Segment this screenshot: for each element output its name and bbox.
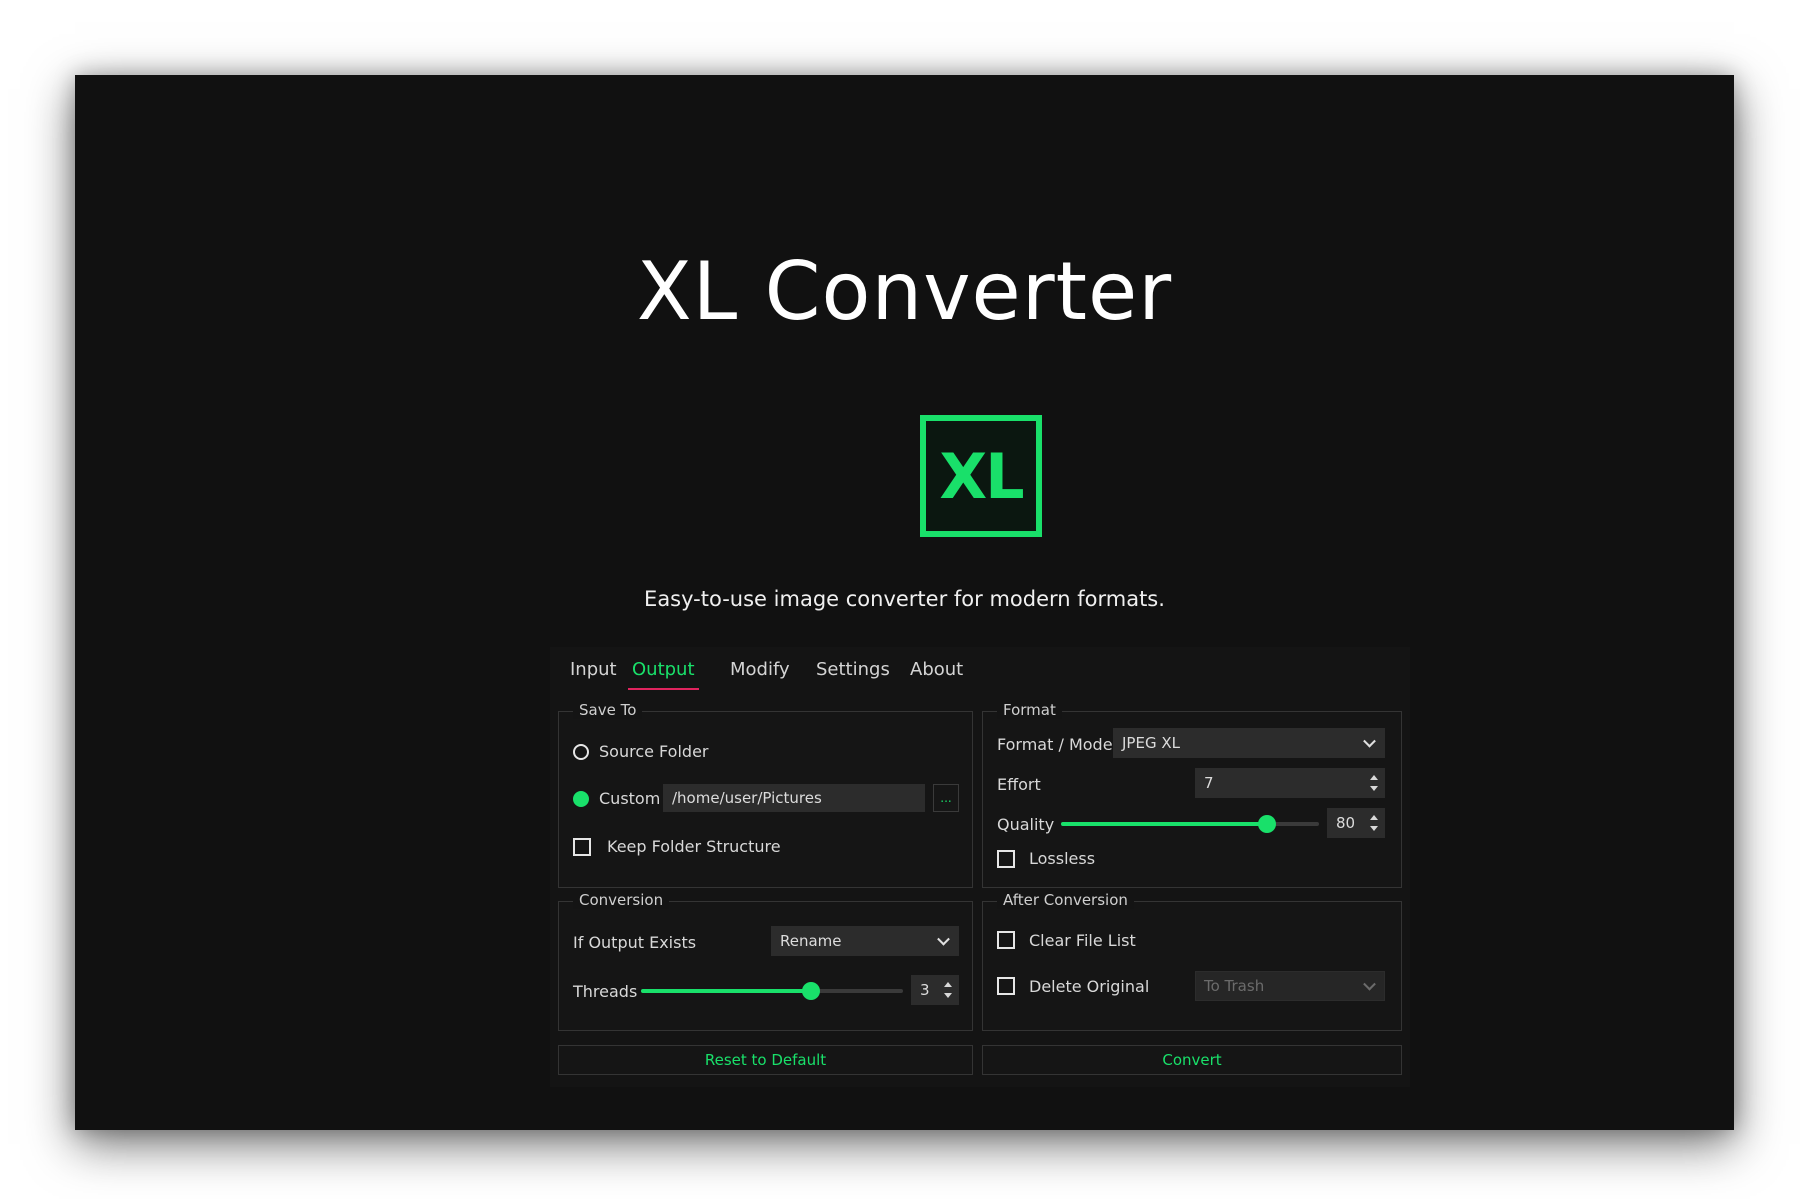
custom-label: Custom (599, 789, 661, 808)
chevron-down-icon (937, 932, 950, 946)
group-title: After Conversion (997, 891, 1134, 909)
if-output-exists-value: Rename (780, 932, 842, 950)
quality-slider-fill (1061, 822, 1268, 826)
chevron-down-icon (1363, 977, 1376, 991)
quality-label: Quality (997, 815, 1055, 834)
source-folder-label: Source Folder (599, 742, 709, 761)
tab-about[interactable]: About (910, 659, 963, 688)
source-folder-radio[interactable] (573, 744, 589, 760)
tagline: Easy-to-use image converter for modern f… (644, 587, 1165, 611)
tab-bar: Input Output Modify Settings About (550, 647, 1410, 697)
threads-slider-fill (641, 989, 812, 993)
threads-slider-handle[interactable] (802, 982, 821, 1000)
reset-label: Reset to Default (704, 1051, 827, 1069)
format-mode-select[interactable]: JPEG XL (1113, 728, 1385, 758)
custom-radio[interactable] (573, 791, 589, 807)
threads-label: Threads (573, 982, 638, 1001)
browse-button[interactable]: ... (933, 784, 959, 812)
chevron-down-icon (1363, 734, 1376, 748)
lossless-checkbox[interactable] (997, 850, 1015, 868)
page-title: XL Converter (636, 245, 1173, 338)
clear-file-list-label: Clear File List (1029, 931, 1136, 950)
delete-original-checkbox[interactable] (997, 977, 1015, 995)
format-mode-label: Format / Mode (997, 735, 1113, 754)
threads-value: 3 (920, 981, 930, 999)
conversion-group: Conversion If Output Exists Rename Threa… (558, 891, 973, 1031)
logo-text: XL (939, 439, 1024, 513)
tab-modify[interactable]: Modify (730, 659, 790, 688)
threads-spinbox[interactable]: 3 (911, 975, 959, 1005)
keep-structure-checkbox[interactable] (573, 838, 591, 856)
tab-settings[interactable]: Settings (816, 659, 890, 688)
tab-output[interactable]: Output (628, 659, 699, 690)
quality-slider-handle[interactable] (1258, 815, 1277, 833)
spin-arrows-icon[interactable] (944, 981, 952, 999)
effort-label: Effort (997, 775, 1041, 794)
spin-arrows-icon[interactable] (1370, 814, 1378, 832)
quality-slider[interactable] (1061, 815, 1319, 833)
effort-spinbox[interactable]: 7 (1195, 768, 1385, 798)
spin-arrows-icon[interactable] (1370, 774, 1378, 792)
converter-panel: Input Output Modify Settings About Save … (550, 647, 1410, 1087)
custom-path-value: /home/user/Pictures (672, 789, 822, 807)
group-title: Save To (573, 701, 643, 719)
quality-value: 80 (1336, 814, 1356, 832)
delete-target-value: To Trash (1204, 977, 1265, 995)
format-mode-value: JPEG XL (1122, 734, 1180, 752)
group-title: Format (997, 701, 1062, 719)
group-title: Conversion (573, 891, 670, 909)
delete-target-select[interactable]: To Trash (1195, 971, 1385, 1001)
custom-path-input[interactable]: /home/user/Pictures (663, 784, 925, 812)
convert-button[interactable]: Convert (982, 1045, 1402, 1075)
if-output-exists-select[interactable]: Rename (771, 926, 959, 956)
xl-logo-icon: XL (920, 415, 1042, 537)
app-window: XL Converter XL Easy-to-use image conver… (75, 75, 1734, 1130)
convert-label: Convert (1162, 1051, 1222, 1069)
browse-label: ... (940, 791, 952, 805)
if-output-exists-label: If Output Exists (573, 933, 697, 952)
reset-to-default-button[interactable]: Reset to Default (558, 1045, 973, 1075)
clear-file-list-checkbox[interactable] (997, 931, 1015, 949)
lossless-label: Lossless (1029, 849, 1096, 868)
tab-input[interactable]: Input (570, 659, 617, 688)
threads-slider[interactable] (641, 982, 903, 1000)
delete-original-label: Delete Original (1029, 977, 1150, 996)
after-conversion-group: After Conversion Clear File List Delete … (982, 891, 1402, 1031)
format-group: Format Format / Mode JPEG XL Effort 7 Qu… (982, 701, 1402, 888)
effort-value: 7 (1204, 774, 1214, 792)
keep-structure-label: Keep Folder Structure (607, 837, 781, 856)
quality-spinbox[interactable]: 80 (1327, 808, 1385, 838)
save-to-group: Save To Source Folder Custom /home/user/… (558, 701, 973, 888)
